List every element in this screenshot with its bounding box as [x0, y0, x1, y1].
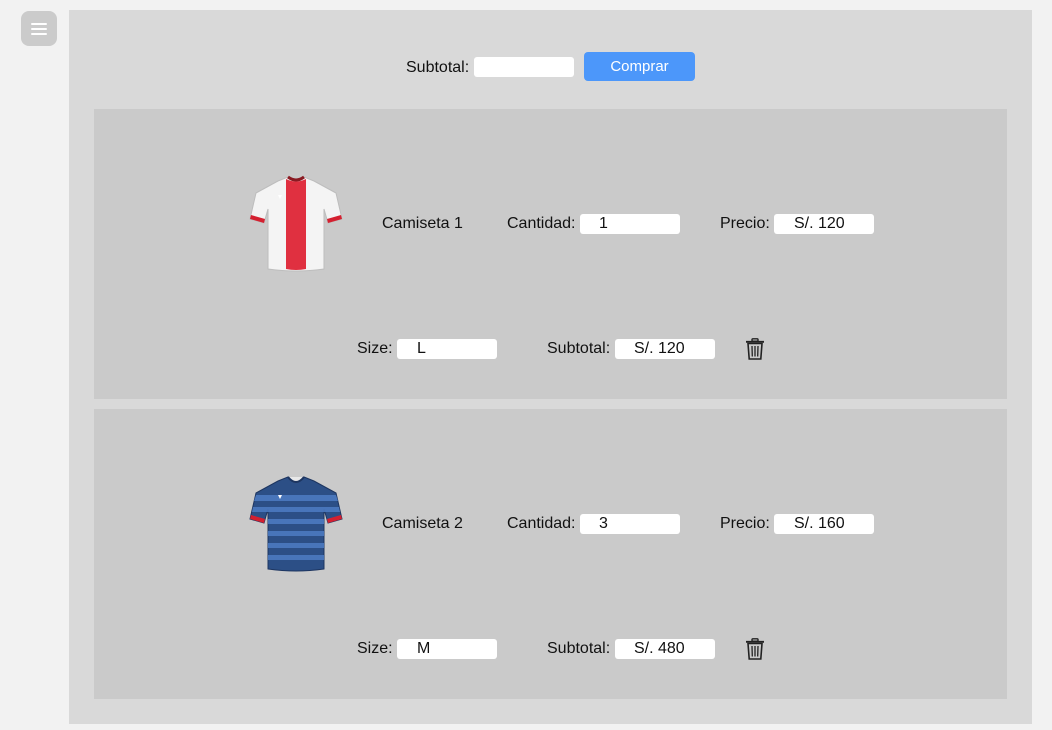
quantity-field[interactable]: 1: [580, 214, 680, 234]
menu-button[interactable]: [21, 11, 57, 46]
item-subtotal-label: Subtotal:: [547, 340, 611, 357]
item-subtotal-label: Subtotal:: [547, 640, 611, 657]
hamburger-menu-icon: [31, 22, 47, 35]
price-label: Precio:: [720, 515, 770, 532]
trash-icon[interactable]: [745, 638, 765, 660]
item-subtotal-field: S/. 480: [615, 639, 715, 659]
price-field: S/. 120: [774, 214, 874, 234]
size-field[interactable]: L: [397, 339, 497, 359]
price-label: Precio:: [720, 215, 770, 232]
size-label: Size:: [357, 340, 393, 357]
size-label: Size:: [357, 640, 393, 657]
item-name: Camiseta 1: [382, 215, 463, 232]
buy-button[interactable]: Comprar: [584, 52, 695, 81]
price-field: S/. 160: [774, 514, 874, 534]
quantity-label: Cantidad:: [507, 515, 576, 532]
cart-subtotal-field[interactable]: [474, 57, 574, 77]
cart-summary-bar: Subtotal: Comprar: [69, 52, 1032, 82]
quantity-field[interactable]: 3: [580, 514, 680, 534]
quantity-label: Cantidad:: [507, 215, 576, 232]
cart-subtotal-label: Subtotal:: [406, 59, 470, 76]
jersey-red-white-icon: [249, 175, 343, 272]
trash-icon[interactable]: [745, 338, 765, 360]
cart-panel: Subtotal: Comprar Camiseta 1 Cantidad: 1…: [69, 10, 1032, 724]
cart-item: Camiseta 1 Cantidad: 1 Precio: S/. 120 S…: [94, 109, 1007, 399]
size-field[interactable]: M: [397, 639, 497, 659]
jersey-blue-stripes-icon: [249, 476, 343, 572]
cart-item: Camiseta 2 Cantidad: 3 Precio: S/. 160 S…: [94, 409, 1007, 699]
item-name: Camiseta 2: [382, 515, 463, 532]
item-subtotal-field: S/. 120: [615, 339, 715, 359]
